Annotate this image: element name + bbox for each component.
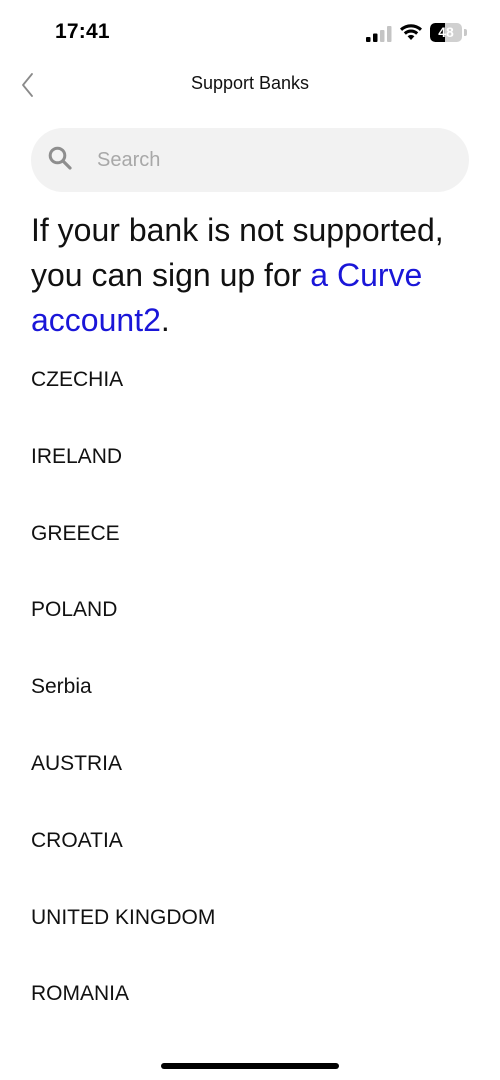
battery-icon: 48 <box>430 23 468 43</box>
country-list: CZECHIA IRELAND GREECE POLAND Serbia AUS… <box>0 345 500 1036</box>
search-box[interactable] <box>31 128 469 192</box>
status-time: 17:41 <box>55 20 110 43</box>
country-item-poland[interactable]: POLAND <box>0 575 500 652</box>
cellular-signal-icon <box>366 26 392 42</box>
battery-body: 48 <box>430 23 462 42</box>
home-indicator[interactable] <box>161 1063 339 1069</box>
battery-level-text: 48 <box>438 24 454 40</box>
country-item-greece[interactable]: GREECE <box>0 499 500 576</box>
page-title: Support Banks <box>190 73 310 93</box>
notice-suffix: . <box>160 302 170 338</box>
country-item-ireland[interactable]: IRELAND <box>0 422 500 499</box>
country-item-croatia[interactable]: CROATIA <box>0 806 500 883</box>
battery-cap <box>464 29 467 36</box>
country-item-czechia[interactable]: CZECHIA <box>0 345 500 422</box>
search-icon <box>48 146 72 170</box>
country-item-serbia[interactable]: Serbia <box>0 652 500 729</box>
country-item-romania[interactable]: ROMANIA <box>0 959 500 1036</box>
status-bar: 17:41 48 <box>0 0 500 60</box>
unsupported-bank-notice: If your bank is not supported, you can s… <box>31 208 471 343</box>
wifi-icon <box>400 24 422 40</box>
country-item-united-kingdom[interactable]: UNITED KINGDOM <box>0 883 500 960</box>
search-input[interactable] <box>97 128 447 192</box>
navigation-bar: Support Banks <box>0 60 500 110</box>
country-item-austria[interactable]: AUSTRIA <box>0 729 500 806</box>
